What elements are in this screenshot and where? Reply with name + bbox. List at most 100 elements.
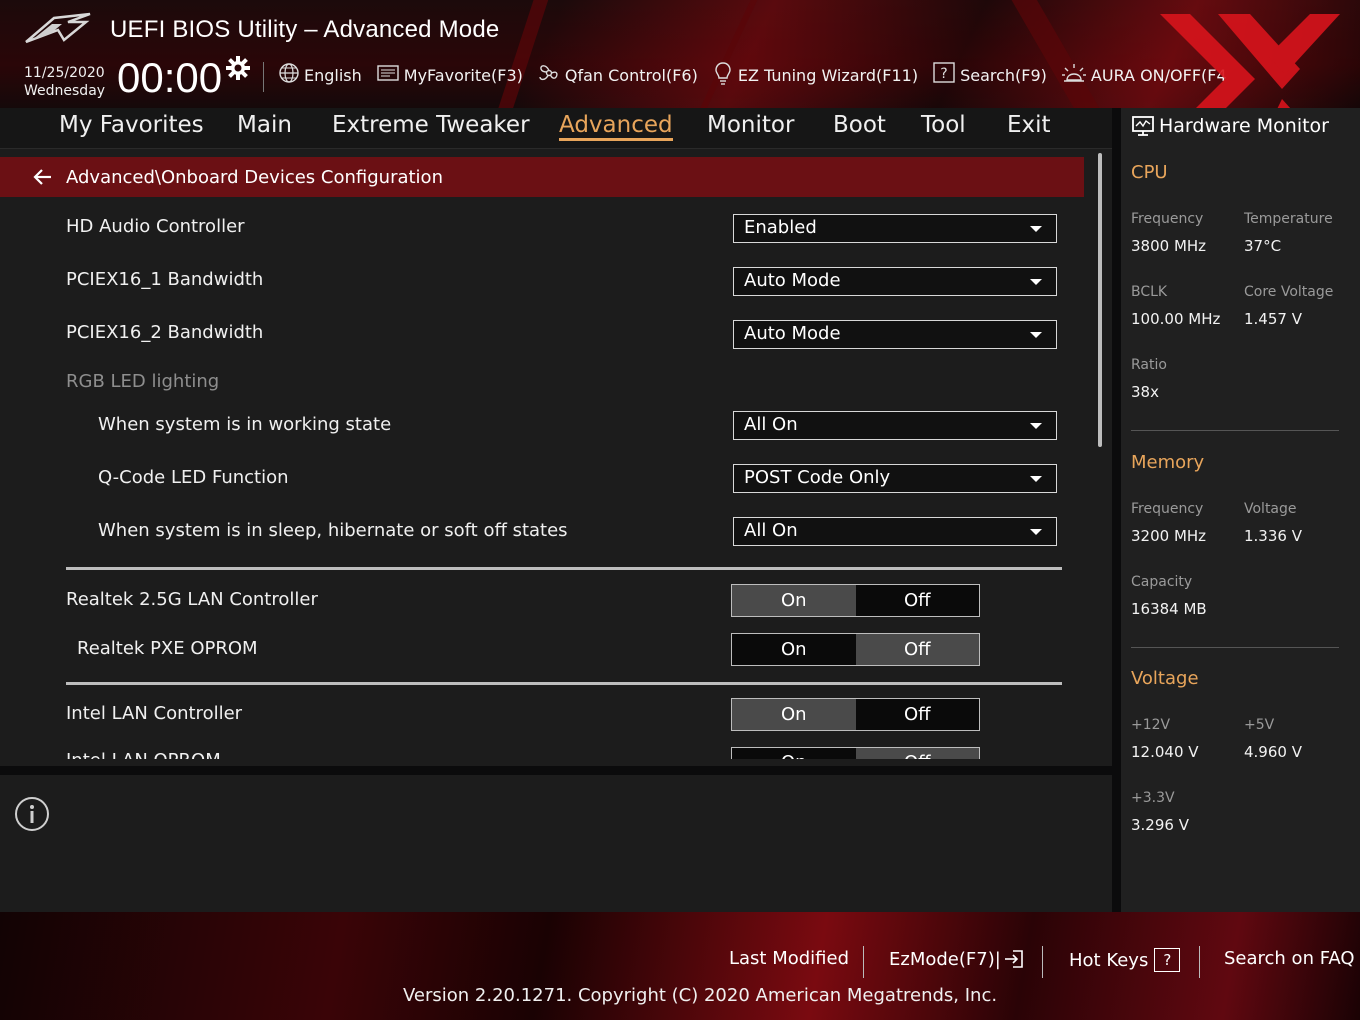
tab-monitor[interactable]: Monitor <box>707 112 794 138</box>
globe-icon <box>278 62 304 88</box>
hotkeys-key: ? <box>1154 948 1181 972</box>
header-divider <box>263 62 264 92</box>
sleep-state-select[interactable]: All On <box>733 517 1057 546</box>
hw-divider <box>1131 647 1339 648</box>
working-state-select[interactable]: All On <box>733 411 1057 440</box>
realtek-pxe-on[interactable]: On <box>732 634 856 665</box>
v12-value: 12.040 V <box>1131 743 1199 761</box>
header-bar: UEFI BIOS Utility – Advanced Mode 11/25/… <box>0 0 1360 108</box>
help-info-panel <box>0 775 1112 912</box>
v33-value: 3.296 V <box>1131 816 1189 834</box>
info-icon <box>14 796 50 836</box>
tab-boot[interactable]: Boot <box>833 112 886 138</box>
footer-divider <box>1199 946 1200 978</box>
memory-voltage-label: Voltage <box>1244 501 1297 517</box>
hd-audio-select[interactable]: Enabled <box>733 214 1057 243</box>
section-divider <box>66 567 1062 570</box>
gear-icon[interactable] <box>226 56 250 84</box>
tab-my-favorites[interactable]: My Favorites <box>59 112 204 138</box>
realtek-lan-toggle[interactable]: On Off <box>731 584 980 617</box>
back-arrow-icon[interactable] <box>32 168 52 186</box>
realtek-pxe-toggle[interactable]: On Off <box>731 633 980 666</box>
bclk-value: 100.00 MHz <box>1131 310 1221 328</box>
breadcrumb: Advanced\Onboard Devices Configuration <box>0 157 1084 197</box>
tab-main[interactable]: Main <box>237 112 292 138</box>
chevron-down-icon <box>1030 279 1042 285</box>
pciex16-1-label: PCIEX16_1 Bandwidth <box>66 269 264 290</box>
settings-panel: Advanced\Onboard Devices Configuration H… <box>0 149 1112 766</box>
realtek-lan-off[interactable]: Off <box>856 585 980 616</box>
intel-lan-on[interactable]: On <box>732 699 856 730</box>
myfavorite-label: MyFavorite(F3) <box>403 65 523 85</box>
v33-label: +3.3V <box>1131 790 1175 806</box>
intel-oprom-off[interactable]: Off <box>855 748 979 759</box>
breadcrumb-path: Advanced\Onboard Devices Configuration <box>66 166 443 188</box>
core-voltage-value: 1.457 V <box>1244 310 1302 328</box>
bclk-label: BCLK <box>1131 284 1168 300</box>
clock-time[interactable]: 00:00 <box>117 54 222 102</box>
favorite-icon <box>376 63 404 87</box>
realtek-pxe-off[interactable]: Off <box>855 634 979 665</box>
ez-tuning-button[interactable]: EZ Tuning Wizard(F11) <box>712 61 918 89</box>
bulb-icon <box>712 61 738 89</box>
header-decoration <box>1000 0 1110 108</box>
footer-bar: Last Modified EzMode(F7)| Hot Keys ? Sea… <box>0 912 1360 1020</box>
qcode-value: POST Code Only <box>744 467 891 488</box>
pciex16-2-select[interactable]: Auto Mode <box>733 320 1057 349</box>
version-text: Version 2.20.1271. Copyright (C) 2020 Am… <box>403 985 998 1006</box>
memory-frequency-label: Frequency <box>1131 501 1204 517</box>
search-faq-button[interactable]: Search on FAQ <box>1224 948 1355 969</box>
cpu-temperature-value: 37°C <box>1244 237 1282 255</box>
sleep-state-label: When system is in sleep, hibernate or so… <box>98 520 568 541</box>
tab-exit[interactable]: Exit <box>1007 112 1051 138</box>
tab-tool[interactable]: Tool <box>921 112 966 138</box>
qfan-button[interactable]: Qfan Control(F6) <box>537 62 698 88</box>
intel-lan-off[interactable]: Off <box>856 699 980 730</box>
intel-oprom-toggle[interactable]: On Off <box>731 747 980 759</box>
memory-frequency-value: 3200 MHz <box>1131 527 1207 545</box>
fan-icon <box>537 62 565 88</box>
footer-divider <box>863 946 864 978</box>
chevron-down-icon <box>1030 423 1042 429</box>
watermark-logo-icon <box>1160 14 1350 108</box>
rgb-led-heading: RGB LED lighting <box>66 371 220 392</box>
tab-advanced[interactable]: Advanced <box>559 112 673 141</box>
cpu-frequency-label: Frequency <box>1131 211 1204 227</box>
language-button[interactable]: English <box>278 62 362 88</box>
pciex16-1-select[interactable]: Auto Mode <box>733 267 1057 296</box>
cpu-heading: CPU <box>1131 162 1168 183</box>
capacity-label: Capacity <box>1131 574 1193 590</box>
realtek-lan-on[interactable]: On <box>732 585 856 616</box>
aura-icon <box>1061 62 1091 88</box>
voltage-heading: Voltage <box>1131 668 1199 689</box>
hotkeys-button[interactable]: Hot Keys ? <box>1069 948 1181 972</box>
help-search-icon: ? <box>932 62 960 88</box>
qcode-label: Q-Code LED Function <box>98 467 289 488</box>
app-title: UEFI BIOS Utility – Advanced Mode <box>110 16 500 43</box>
search-button[interactable]: ? Search(F9) <box>932 62 1047 88</box>
intel-lan-label: Intel LAN Controller <box>66 703 243 724</box>
settings-scrollbar[interactable] <box>1098 153 1102 447</box>
v12-label: +12V <box>1131 717 1171 733</box>
hardware-monitor-title: Hardware Monitor <box>1159 115 1329 137</box>
pciex16-2-label: PCIEX16_2 Bandwidth <box>66 322 264 343</box>
realtek-pxe-label: Realtek PXE OPROM <box>77 638 258 659</box>
memory-voltage-value: 1.336 V <box>1244 527 1302 545</box>
intel-lan-toggle[interactable]: On Off <box>731 698 980 731</box>
hd-audio-value: Enabled <box>744 217 817 238</box>
hw-divider <box>1131 430 1339 431</box>
intel-oprom-on[interactable]: On <box>732 748 856 759</box>
header-decoration <box>683 0 766 108</box>
language-label: English <box>304 65 362 85</box>
ezmode-button[interactable]: EzMode(F7)| <box>889 948 1025 970</box>
chevron-down-icon <box>1030 332 1042 338</box>
ez-tuning-label: EZ Tuning Wizard(F11) <box>737 65 919 85</box>
qcode-select[interactable]: POST Code Only <box>733 464 1057 493</box>
cpu-temperature-label: Temperature <box>1244 211 1333 227</box>
svg-text:?: ? <box>940 66 947 82</box>
chevron-down-icon <box>1030 476 1042 482</box>
sleep-state-value: All On <box>744 520 798 541</box>
tab-extreme-tweaker[interactable]: Extreme Tweaker <box>332 112 530 138</box>
myfavorite-button[interactable]: MyFavorite(F3) <box>376 63 523 87</box>
last-modified-button[interactable]: Last Modified <box>729 948 849 969</box>
